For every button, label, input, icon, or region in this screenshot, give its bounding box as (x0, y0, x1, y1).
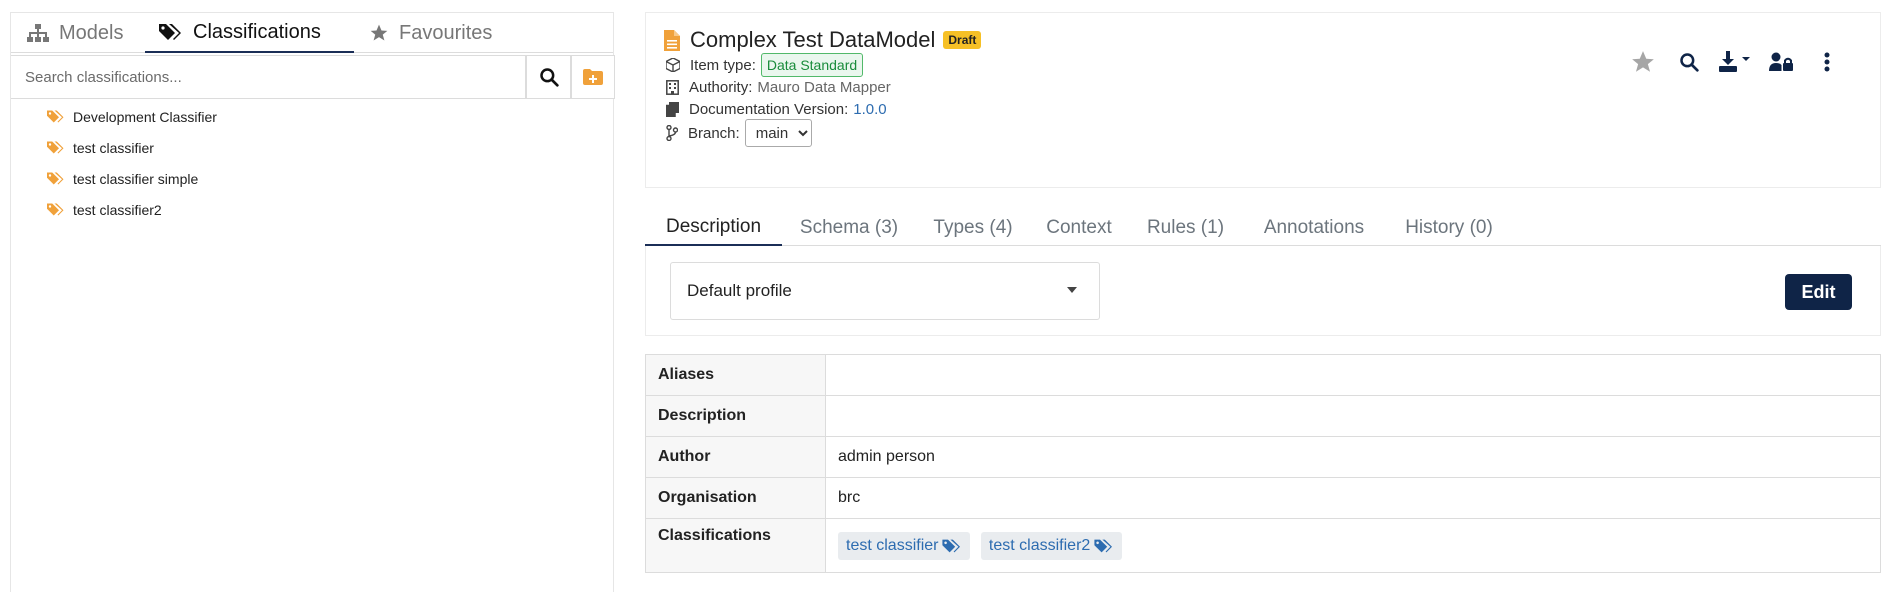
tab-favourites[interactable]: Favourites (361, 13, 511, 53)
doc-version-value: 1.0.0 (853, 101, 887, 118)
property-key: Aliases (645, 354, 826, 396)
properties-table: Aliases Description Author admin person … (645, 354, 1881, 573)
tree-item-label: test classifier (73, 139, 154, 156)
copy-icon (666, 102, 679, 117)
property-value: test classifier test classifier2 (825, 518, 1881, 573)
user-permissions-button[interactable] (1758, 47, 1804, 77)
property-key: Author (645, 436, 826, 478)
table-row: Description (645, 395, 1881, 437)
more-options-button[interactable] (1804, 47, 1850, 77)
authority-value: Mauro Data Mapper (757, 79, 891, 96)
branch-row: Branch: main (666, 119, 812, 147)
tags-icon (1094, 539, 1113, 552)
search-icon (1680, 53, 1699, 72)
datamodel-header: Complex Test DataModel Draft Item type: … (645, 12, 1881, 188)
tab-types[interactable]: Types (4) (921, 210, 1025, 246)
classification-chip-label: test classifier (846, 536, 939, 554)
table-row: Aliases (645, 354, 1881, 396)
property-key: Description (645, 395, 826, 437)
property-value (825, 395, 1881, 437)
doc-version-row: Documentation Version: 1.0.0 (666, 101, 887, 118)
property-key: Classifications (645, 518, 826, 573)
tags-icon (942, 539, 961, 552)
tree-item-label: Development Classifier (73, 108, 217, 125)
tags-icon (47, 203, 64, 216)
authority-row: Authority: Mauro Data Mapper (666, 79, 891, 96)
user-lock-icon (1769, 52, 1793, 71)
authority-label: Authority: (689, 79, 753, 96)
add-folder-button[interactable] (571, 55, 615, 99)
tree-item[interactable]: test classifier simple (47, 163, 217, 194)
search-icon (539, 68, 559, 87)
tab-classifications[interactable]: Classifications (145, 13, 354, 53)
profile-select-value: Default profile (687, 281, 792, 300)
classifier-tree: Development Classifier test classifier t… (47, 101, 217, 225)
search-input[interactable] (11, 55, 526, 99)
property-value (825, 354, 1881, 396)
item-type-badge: Data Standard (760, 53, 864, 77)
tab-classifications-label: Classifications (193, 20, 321, 43)
tree-item[interactable]: test classifier2 (47, 194, 217, 225)
tags-icon (159, 24, 181, 40)
doc-version-label: Documentation Version: (689, 101, 849, 118)
branch-select[interactable]: main (744, 119, 812, 147)
tab-history[interactable]: History (0) (1393, 210, 1505, 246)
status-badge: Draft (943, 31, 982, 49)
classification-chip[interactable]: test classifier (838, 531, 971, 560)
page-title: Complex Test DataModel (690, 27, 936, 52)
tags-icon (47, 172, 64, 185)
tree-item-label: test classifier simple (73, 170, 199, 187)
table-row: Organisation brc (645, 477, 1881, 519)
property-key: Organisation (645, 477, 826, 519)
star-icon (370, 24, 388, 41)
tags-icon (47, 110, 64, 123)
building-icon (666, 80, 679, 95)
tree-item[interactable]: test classifier (47, 132, 217, 163)
edit-button[interactable]: Edit (1785, 274, 1852, 310)
tree-item-label: test classifier2 (73, 201, 162, 218)
property-value: brc (825, 477, 1881, 519)
download-menu-button[interactable] (1712, 47, 1758, 77)
file-icon (664, 29, 680, 51)
tab-description[interactable]: Description (645, 210, 782, 246)
table-row: Classifications test classifier test cla… (645, 518, 1881, 573)
tab-annotations[interactable]: Annotations (1249, 210, 1379, 246)
tab-models-label: Models (59, 21, 124, 44)
tab-models[interactable]: Models (27, 13, 147, 53)
sidebar-tabs: Models Classifications Favourites (11, 13, 613, 53)
search-row (11, 55, 615, 99)
header-actions (1620, 47, 1850, 77)
classification-chip[interactable]: test classifier2 (980, 531, 1123, 560)
branch-label: Branch: (688, 124, 740, 142)
sitemap-icon (27, 24, 49, 42)
favourite-button[interactable] (1620, 47, 1666, 77)
detail-tabs: Description Schema (3) Types (4) Context… (645, 210, 1881, 246)
tab-schema[interactable]: Schema (3) (786, 210, 912, 246)
folder-plus-icon (583, 69, 603, 85)
tree-item[interactable]: Development Classifier (47, 101, 217, 132)
classification-chip-label: test classifier2 (988, 536, 1091, 554)
search-button[interactable] (1666, 47, 1712, 77)
star-icon (1632, 51, 1654, 72)
title-row: Complex Test DataModel Draft (664, 27, 982, 53)
code-branch-icon (666, 125, 678, 141)
property-value: admin person (825, 436, 1881, 478)
ellipsis-vertical-icon (1824, 52, 1830, 72)
item-type-label: Item type: (690, 56, 756, 74)
download-icon (1719, 51, 1750, 72)
profile-select[interactable]: Default profile (670, 262, 1100, 320)
classification-panel: Models Classifications Favourites Search… (10, 12, 615, 592)
cube-icon (666, 58, 680, 72)
profile-section: Default profile Edit (645, 246, 1881, 336)
item-type-row: Item type: Data Standard (666, 53, 864, 77)
caret-down-icon (1067, 287, 1077, 293)
tab-rules[interactable]: Rules (1) (1134, 210, 1237, 246)
tab-favourites-label: Favourites (399, 21, 493, 44)
tab-context[interactable]: Context (1035, 210, 1123, 246)
table-row: Author admin person (645, 436, 1881, 478)
tags-icon (47, 141, 64, 154)
search-button[interactable] (526, 55, 571, 99)
